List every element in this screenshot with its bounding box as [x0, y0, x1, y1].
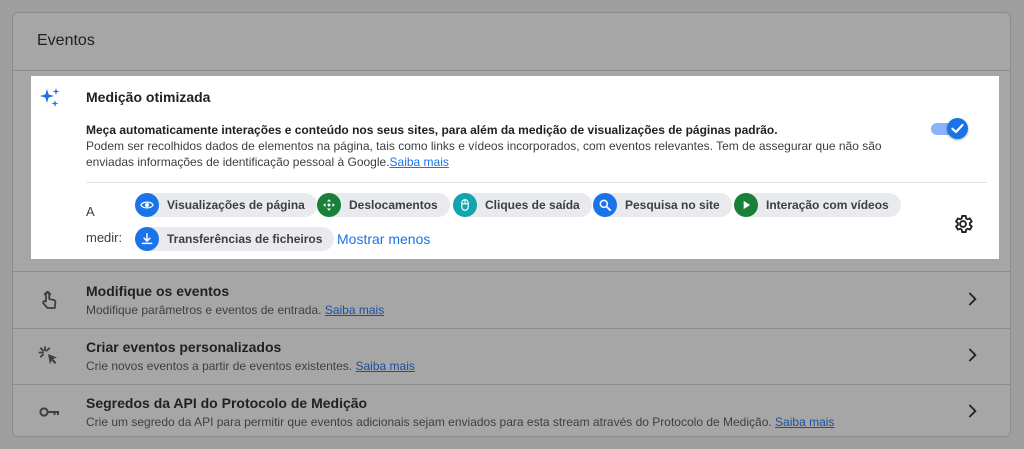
- chip-label: Transferências de ficheiros: [167, 232, 323, 246]
- chevron-right-icon: [968, 292, 977, 306]
- row-title: Criar eventos personalizados: [86, 339, 282, 355]
- mouse-icon: [453, 193, 477, 217]
- row-description-text: Crie novos eventos a partir de eventos e…: [86, 359, 353, 373]
- row-description: Crie um segredo da API para permitir que…: [86, 415, 834, 429]
- events-panel: Eventos Medição otimizada Meça automatic…: [12, 12, 1011, 437]
- learn-more-link[interactable]: Saiba mais: [775, 415, 834, 429]
- create-custom-events-row[interactable]: Criar eventos personalizados Crie novos …: [13, 328, 1010, 384]
- toggle-knob: [947, 118, 968, 139]
- measure-label-line2: medir:: [86, 230, 123, 245]
- row-description-text: Modifique parâmetros e eventos de entrad…: [86, 303, 322, 317]
- learn-more-link[interactable]: Saiba mais: [356, 359, 415, 373]
- row-title: Segredos da API do Protocolo de Medição: [86, 395, 368, 411]
- chevron-right-icon: [968, 348, 977, 362]
- description-body: Podem ser recolhidos dados de elementos …: [86, 139, 882, 169]
- eye-icon: [135, 193, 159, 217]
- chip-label: Pesquisa no site: [625, 198, 720, 212]
- modify-events-row[interactable]: Modifique os eventos Modifique parâmetro…: [13, 272, 1010, 328]
- search-icon: [593, 193, 617, 217]
- description-lead: Meça automaticamente interações e conteú…: [86, 123, 778, 137]
- enhanced-measurement-toggle[interactable]: [931, 118, 969, 140]
- card-divider: [86, 182, 987, 183]
- chevron-right-icon: [968, 404, 977, 418]
- play-icon: [734, 193, 758, 217]
- learn-more-link[interactable]: Saiba mais: [390, 155, 449, 169]
- download-icon: [135, 227, 159, 251]
- chip-label: Visualizações de página: [167, 198, 305, 212]
- panel-title: Eventos: [37, 32, 95, 49]
- measure-label-line1: A: [86, 204, 95, 219]
- enhanced-measurement-description: Meça automaticamente interações e conteú…: [86, 122, 926, 170]
- learn-more-link[interactable]: Saiba mais: [325, 303, 384, 317]
- chip-video-engagement: Interação com vídeos: [734, 193, 901, 217]
- enhanced-measurement-title: Medição otimizada: [86, 89, 211, 105]
- check-icon: [951, 123, 964, 134]
- chip-site-search: Pesquisa no site: [593, 193, 732, 217]
- chip-file-downloads: Transferências de ficheiros: [135, 227, 335, 251]
- touch-icon: [42, 291, 57, 309]
- chip-page-views: Visualizações de página: [135, 193, 317, 217]
- measurement-protocol-secrets-row[interactable]: Segredos da API do Protocolo de Medição …: [13, 384, 1010, 440]
- chip-label: Interação com vídeos: [766, 198, 889, 212]
- chip-outbound-clicks: Cliques de saída: [453, 193, 592, 217]
- key-icon: [39, 407, 59, 417]
- chip-scrolls: Deslocamentos: [317, 193, 450, 217]
- show-less-link[interactable]: Mostrar menos: [337, 231, 430, 247]
- divider: [13, 70, 1010, 71]
- chip-label: Cliques de saída: [485, 198, 580, 212]
- enhanced-measurement-card: Medição otimizada Meça automaticamente i…: [31, 76, 999, 259]
- sparkle-icon: [40, 88, 60, 107]
- scroll-arrows-icon: [317, 193, 341, 217]
- row-description: Modifique parâmetros e eventos de entrad…: [86, 303, 384, 317]
- row-title: Modifique os eventos: [86, 283, 230, 299]
- row-description: Crie novos eventos a partir de eventos e…: [86, 359, 415, 373]
- row-description-text: Crie um segredo da API para permitir que…: [86, 415, 772, 429]
- gear-icon[interactable]: [952, 213, 974, 235]
- chip-label: Deslocamentos: [349, 198, 438, 212]
- cursor-sparkle-icon: [38, 346, 57, 365]
